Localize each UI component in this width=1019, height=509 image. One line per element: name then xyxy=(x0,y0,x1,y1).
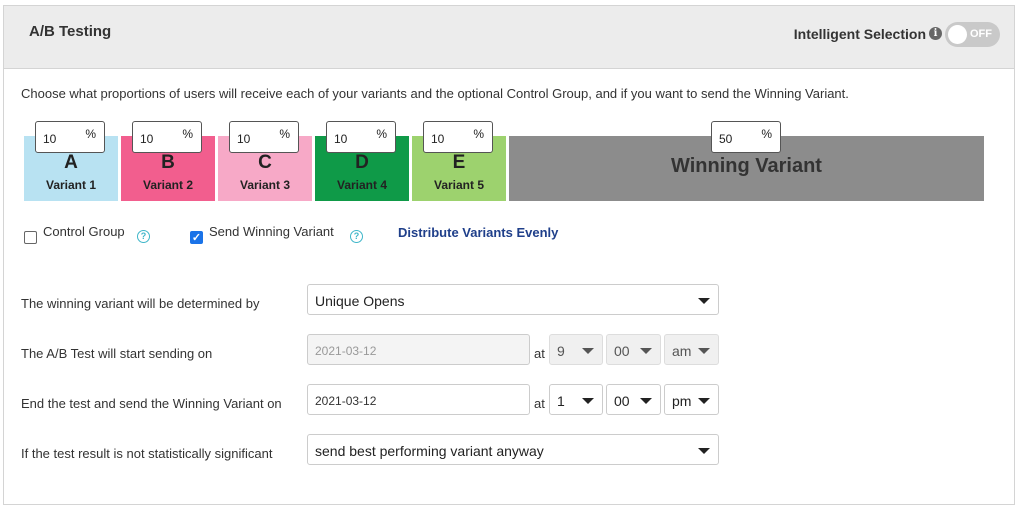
winner-determined-label: The winning variant will be determined b… xyxy=(21,296,260,311)
chevron-down-icon xyxy=(582,398,594,404)
end-date-input[interactable]: 2021-03-12 xyxy=(307,384,530,415)
start-minute-select[interactable]: 00 xyxy=(606,334,661,365)
select-value: pm xyxy=(672,393,692,409)
variant-b-percent-input[interactable]: 10 % xyxy=(132,121,202,153)
control-group-help-icon[interactable]: ? xyxy=(137,230,150,243)
winning-variant-label: Winning Variant xyxy=(671,155,822,177)
winning-variant-percent-input[interactable]: 50 % xyxy=(711,121,781,153)
variant-name: Variant 3 xyxy=(239,178,291,192)
send-winning-variant-label: Send Winning Variant xyxy=(209,224,334,239)
variant-e-percent-input[interactable]: 10 % xyxy=(423,121,493,153)
not-significant-select[interactable]: send best performing variant anyway xyxy=(307,434,719,465)
percent-value: 50 xyxy=(719,132,733,146)
select-value: Unique Opens xyxy=(315,293,405,309)
end-hour-select[interactable]: 1 xyxy=(549,384,603,415)
toggle-state-label: OFF xyxy=(970,28,992,40)
control-group-label: Control Group xyxy=(43,224,125,239)
panel-title: A/B Testing xyxy=(29,23,112,40)
ab-testing-panel: A/B Testing Intelligent Selection i OFF xyxy=(3,5,1015,505)
variant-name: Variant 5 xyxy=(433,178,485,192)
chevron-down-icon xyxy=(640,348,652,354)
start-date-label: The A/B Test will start sending on xyxy=(21,346,213,361)
start-ampm-select[interactable]: am xyxy=(664,334,719,365)
chevron-down-icon xyxy=(698,298,710,304)
winner-determined-select[interactable]: Unique Opens xyxy=(307,284,719,315)
chevron-down-icon xyxy=(698,348,710,354)
at-label: at xyxy=(534,396,545,411)
percent-value: 10 xyxy=(140,132,154,146)
end-date-label: End the test and send the Winning Varian… xyxy=(21,396,282,411)
chevron-down-icon xyxy=(582,348,594,354)
variant-letter: E xyxy=(452,152,466,173)
variant-name: Variant 4 xyxy=(336,178,388,192)
select-value: 00 xyxy=(614,393,630,409)
end-minute-select[interactable]: 00 xyxy=(606,384,661,415)
toggle-knob xyxy=(948,25,967,44)
send-winning-variant-help-icon[interactable]: ? xyxy=(350,230,363,243)
distribute-variants-evenly-link[interactable]: Distribute Variants Evenly xyxy=(398,225,558,240)
variant-letter: C xyxy=(258,152,272,173)
variant-letter: A xyxy=(64,152,78,173)
date-value: 2021-03-12 xyxy=(315,394,377,408)
percent-symbol: % xyxy=(376,127,387,141)
not-significant-label: If the test result is not statistically … xyxy=(21,446,273,461)
end-ampm-select[interactable]: pm xyxy=(664,384,719,415)
date-value: 2021-03-12 xyxy=(315,344,377,358)
select-value: 9 xyxy=(557,343,565,359)
chevron-down-icon xyxy=(640,398,652,404)
percent-symbol: % xyxy=(85,127,96,141)
chevron-down-icon xyxy=(698,448,710,454)
variant-c-percent-input[interactable]: 10 % xyxy=(229,121,299,153)
percent-value: 10 xyxy=(43,132,57,146)
start-date-input[interactable]: 2021-03-12 xyxy=(307,334,530,365)
panel-header: A/B Testing Intelligent Selection i OFF xyxy=(4,6,1014,69)
chevron-down-icon xyxy=(698,398,710,404)
info-icon[interactable]: i xyxy=(929,27,942,40)
start-hour-select[interactable]: 9 xyxy=(549,334,603,365)
description-text: Choose what proportions of users will re… xyxy=(21,86,849,101)
at-label: at xyxy=(534,346,545,361)
control-group-checkbox[interactable] xyxy=(24,231,37,244)
select-value: 00 xyxy=(614,343,630,359)
select-value: am xyxy=(672,343,692,359)
variant-name: Variant 2 xyxy=(142,178,194,192)
select-value: 1 xyxy=(557,393,565,409)
percent-value: 10 xyxy=(334,132,348,146)
percent-symbol: % xyxy=(761,127,772,141)
intelligent-selection-toggle[interactable]: OFF xyxy=(945,22,1000,47)
percent-symbol: % xyxy=(279,127,290,141)
variant-name: Variant 1 xyxy=(45,178,97,192)
variant-d-percent-input[interactable]: 10 % xyxy=(326,121,396,153)
percent-value: 10 xyxy=(237,132,251,146)
select-value: send best performing variant anyway xyxy=(315,443,544,459)
variant-a-percent-input[interactable]: 10 % xyxy=(35,121,105,153)
send-winning-variant-checkbox[interactable]: ✓ xyxy=(190,231,203,244)
intelligent-selection-label: Intelligent Selection xyxy=(793,26,926,42)
percent-symbol: % xyxy=(473,127,484,141)
variant-letter: D xyxy=(355,152,369,173)
percent-symbol: % xyxy=(182,127,193,141)
percent-value: 10 xyxy=(431,132,445,146)
variant-letter: B xyxy=(161,152,175,173)
